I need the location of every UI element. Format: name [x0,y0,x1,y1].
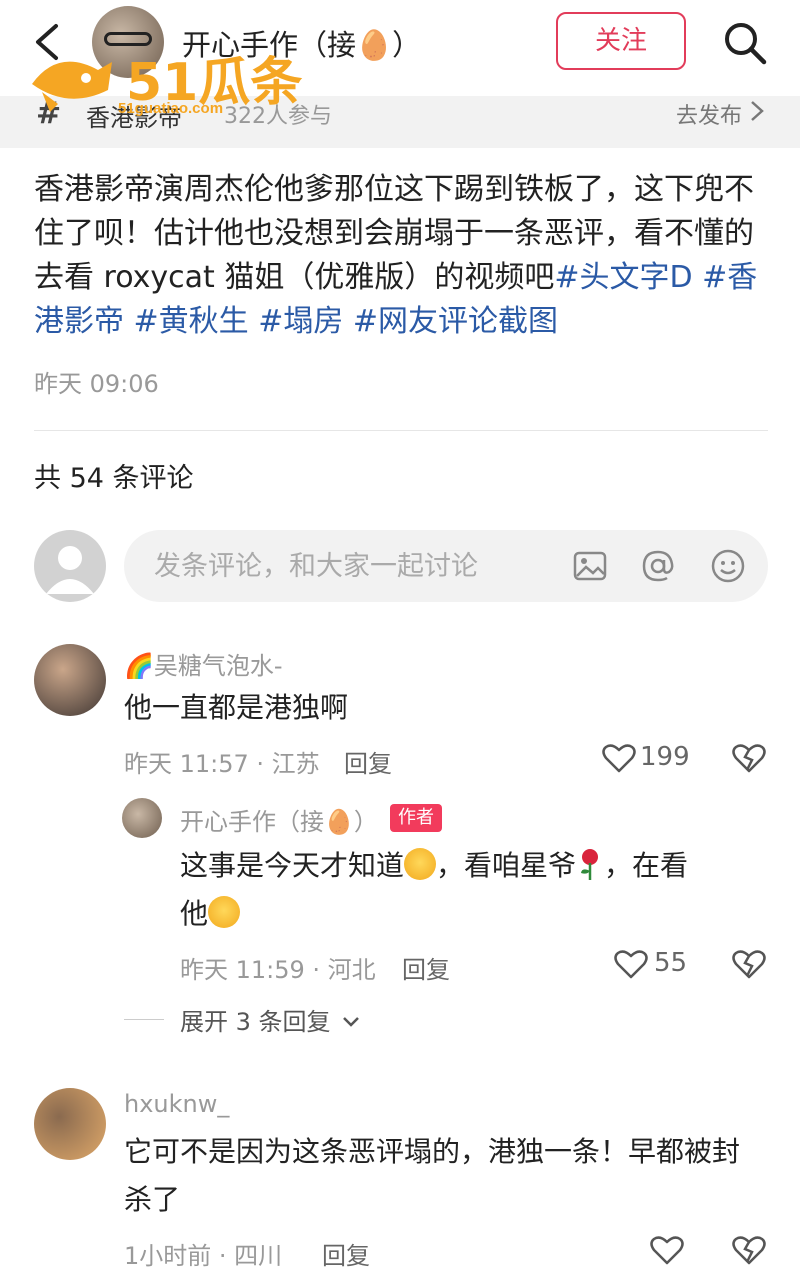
reply-button[interactable]: 回复 [402,950,450,985]
divider [34,430,768,431]
chevron-down-icon [343,1017,360,1027]
heart-icon[interactable] [602,742,636,774]
default-user-icon [46,546,94,594]
reply-author-name[interactable]: 开心手作（接🥚） [180,802,378,837]
commenter-name[interactable]: 🌈吴糖气泡水- [124,646,283,681]
expand-replies-label: 展开 3 条回复 [180,1008,331,1036]
reply-author-avatar[interactable] [122,798,162,838]
hashtag-1[interactable]: #头文字D [554,260,692,295]
expand-divider [124,1019,164,1020]
my-avatar[interactable] [34,530,106,602]
hashtag-3[interactable]: #黄秋生 [134,304,249,339]
reply-button[interactable]: 回复 [322,1236,370,1271]
comment-input-box[interactable] [124,530,768,602]
commenter-name[interactable]: hxuknw_ [124,1090,229,1118]
comment-meta: 1小时前 · 四川 [124,1242,283,1270]
post-time: 昨天 09:06 [34,370,159,398]
search-icon[interactable] [722,20,768,66]
sweat-smile-emoji-icon [208,896,241,928]
post-text: 香港影帝演周杰伦他爹那位这下踢到铁板了，这下兜不住了呗！估计他也没想到会崩塌于一… [34,168,774,344]
sweat-smile-emoji-icon [404,848,437,880]
reply-text-part4: 他 [180,897,209,930]
like-count: 199 [640,742,690,772]
comment-input[interactable] [154,530,554,602]
hashtag-5[interactable]: #网友评论截图 [353,304,558,339]
image-icon[interactable] [572,548,608,584]
rose-emoji-icon [576,847,604,881]
watermark-url: 51guatiao.com [118,100,224,117]
commenter-avatar[interactable] [34,644,106,716]
reply-text-part3: ，在看 [604,849,689,882]
follow-button[interactable]: 关注 [556,12,686,70]
go-post-link[interactable]: 去发布 [676,98,742,130]
comment-text: 他一直都是港独啊 [124,691,349,724]
chevron-right-icon [751,101,764,121]
mention-icon[interactable] [640,548,676,584]
reply-text: 这事是今天才知道 ，看咱星爷 ，在看他 [180,842,760,938]
reply-text-part2: ，看咱星爷 [436,849,577,882]
comment-meta: 昨天 11:57 · 江苏 [124,750,320,778]
dislike-icon[interactable] [732,1234,766,1266]
heart-icon[interactable] [614,948,648,980]
comment-text: 它可不是因为这条恶评塌的，港独一条！早都被封杀了 [124,1135,741,1216]
like-count: 55 [654,948,688,978]
commenter-avatar[interactable] [34,1088,106,1160]
expand-replies-button[interactable]: 展开 3 条回复 [180,1002,360,1037]
author-badge: 作者 [390,804,442,832]
reply-text-part1: 这事是今天才知道 [180,849,405,882]
emoji-icon[interactable] [710,548,746,584]
heart-icon[interactable] [650,1234,684,1266]
reply-button[interactable]: 回复 [344,744,392,779]
dislike-icon[interactable] [732,948,766,980]
comment-count: 共 54 条评论 [34,463,194,494]
reply-meta: 昨天 11:59 · 河北 [180,956,376,984]
dislike-icon[interactable] [732,742,766,774]
hashtag-4[interactable]: #塌房 [258,304,343,339]
